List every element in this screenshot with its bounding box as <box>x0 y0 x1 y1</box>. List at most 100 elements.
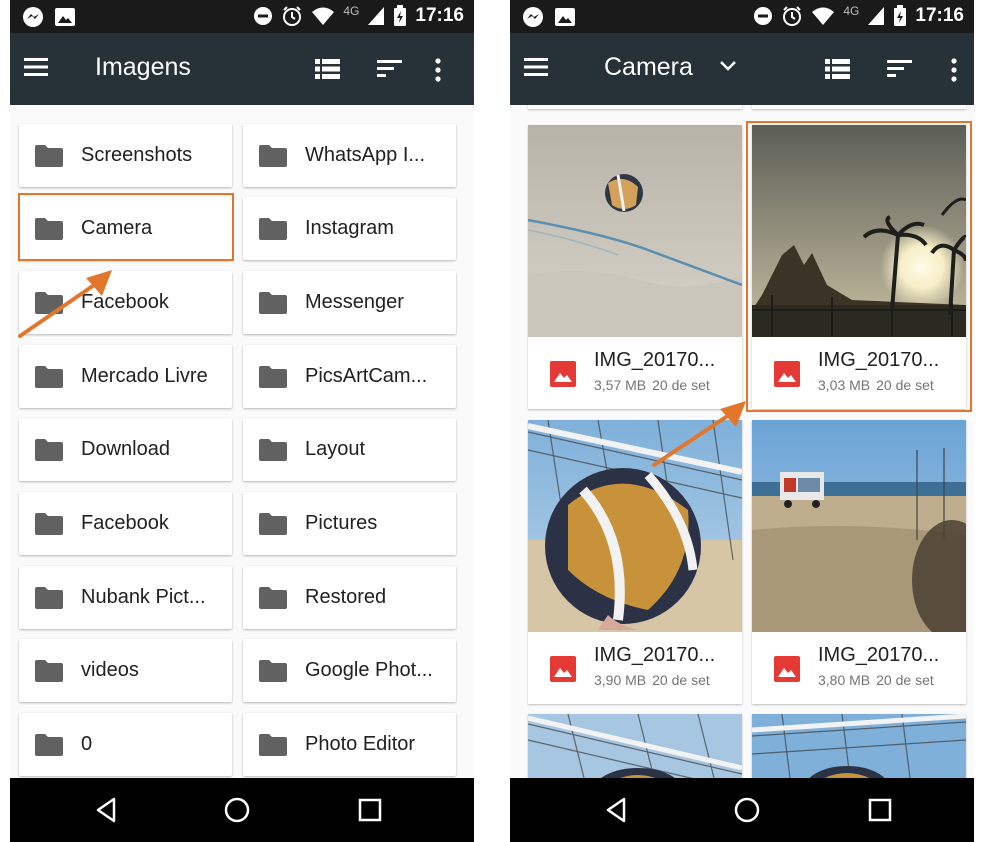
image-file-icon <box>774 656 800 682</box>
image-meta: 3,57 MB 20 de set <box>594 377 716 393</box>
folder-label: Facebook <box>81 512 169 534</box>
folder-grid: Screenshots WhatsApp I... Camera Instagr… <box>10 105 474 778</box>
folder-label: Nubank Pict... <box>81 586 206 608</box>
chevron-down-icon[interactable] <box>719 60 737 76</box>
navigation-bar <box>510 778 974 842</box>
folder-label: 0 <box>81 733 93 755</box>
more-options-icon[interactable] <box>434 58 444 82</box>
image-file-size: 3,57 MB <box>594 377 647 393</box>
signal-icon <box>867 6 885 26</box>
folder-item[interactable]: Nubank Pict... <box>19 566 232 629</box>
image-file-size: 3,90 MB <box>594 672 647 688</box>
image-file-icon <box>550 361 576 387</box>
image-card[interactable] <box>528 714 742 778</box>
folder-item[interactable]: Screenshots <box>19 124 232 187</box>
folder-item[interactable]: Google Phot... <box>243 639 456 702</box>
folder-icon <box>259 292 287 314</box>
network-type-label: 4G <box>843 4 860 18</box>
more-options-icon[interactable] <box>950 58 960 82</box>
list-view-icon[interactable] <box>315 58 341 82</box>
folder-item[interactable]: Mercado Livre <box>19 345 232 408</box>
gallery-notification-icon <box>54 6 76 28</box>
pointer-arrow <box>652 401 746 467</box>
selected-image-highlight-box <box>746 121 972 412</box>
messenger-notification-icon <box>522 6 544 28</box>
folder-label: Google Phot... <box>305 659 433 681</box>
image-file-icon <box>550 656 576 682</box>
clock: 17:16 <box>415 5 464 26</box>
wifi-icon <box>311 6 335 26</box>
folder-label: Download <box>81 438 170 460</box>
recents-icon[interactable] <box>355 795 385 825</box>
folder-item[interactable]: Download <box>19 418 232 481</box>
folder-item[interactable]: Pictures <box>243 492 456 555</box>
folder-label: videos <box>81 659 139 681</box>
folder-label: Pictures <box>305 512 378 534</box>
folder-icon <box>35 513 63 535</box>
clock: 17:16 <box>915 5 964 26</box>
back-icon[interactable] <box>602 795 632 825</box>
folder-label: Restored <box>305 586 387 608</box>
image-card[interactable]: IMG_20170... 3,57 MB 20 de set <box>528 125 742 409</box>
image-date: 20 de set <box>652 672 710 688</box>
image-card[interactable] <box>752 714 966 778</box>
folder-icon <box>259 587 287 609</box>
image-file-name: IMG_20170... <box>818 644 940 666</box>
folder-icon <box>35 145 63 167</box>
image-card[interactable]: IMG_20170... 3,80 MB 20 de set <box>752 420 966 704</box>
folder-label: Layout <box>305 438 366 460</box>
page-title[interactable]: Camera <box>604 53 693 82</box>
alarm-icon <box>781 5 803 27</box>
folder-item[interactable]: 0 <box>19 713 232 776</box>
folder-icon <box>259 218 287 240</box>
folder-label: WhatsApp I... <box>305 144 426 166</box>
folder-label: Screenshots <box>81 144 193 166</box>
folder-label: Instagram <box>305 217 394 239</box>
image-grid: IMG_20170... 3,57 MB 20 de set IMG_20170… <box>510 105 974 778</box>
folder-icon <box>35 439 63 461</box>
image-file-name: IMG_20170... <box>594 349 716 371</box>
folder-label: Photo Editor <box>305 733 416 755</box>
folder-icon <box>259 439 287 461</box>
folder-item[interactable]: Messenger <box>243 271 456 334</box>
folder-item[interactable]: Layout <box>243 418 456 481</box>
sort-icon[interactable] <box>887 58 913 82</box>
sort-icon[interactable] <box>377 58 403 82</box>
folder-item[interactable]: PicsArtCam... <box>243 345 456 408</box>
folder-icon <box>259 734 287 756</box>
folder-item[interactable]: Restored <box>243 566 456 629</box>
previous-card-edge <box>752 105 966 109</box>
home-icon[interactable] <box>732 795 762 825</box>
do-not-disturb-icon <box>253 6 273 26</box>
status-bar: 4G 17:16 <box>510 0 974 33</box>
menu-icon[interactable] <box>24 57 50 81</box>
image-file-size: 3,80 MB <box>818 672 871 688</box>
app-bar: Camera <box>510 33 974 105</box>
image-thumbnail <box>528 714 742 778</box>
battery-icon <box>393 5 407 27</box>
recents-icon[interactable] <box>865 795 895 825</box>
navigation-bar <box>10 778 474 842</box>
status-bar: 4G 17:16 <box>10 0 474 33</box>
image-meta: 3,90 MB 20 de set <box>594 672 716 688</box>
wifi-icon <box>811 6 835 26</box>
alarm-icon <box>281 5 303 27</box>
folder-item[interactable]: Photo Editor <box>243 713 456 776</box>
folder-icon <box>259 660 287 682</box>
menu-icon[interactable] <box>524 57 550 81</box>
folder-item[interactable]: Facebook <box>19 492 232 555</box>
image-file-name: IMG_20170... <box>594 644 716 666</box>
image-meta: 3,80 MB 20 de set <box>818 672 940 688</box>
list-view-icon[interactable] <box>825 58 851 82</box>
app-bar: Imagens <box>10 33 474 105</box>
folder-item[interactable]: WhatsApp I... <box>243 124 456 187</box>
folder-item[interactable]: Instagram <box>243 197 456 260</box>
battery-icon <box>893 5 907 27</box>
back-icon[interactable] <box>92 795 122 825</box>
camera-highlight-box <box>18 193 234 261</box>
home-icon[interactable] <box>222 795 252 825</box>
folder-icon <box>35 587 63 609</box>
messenger-notification-icon <box>22 6 44 28</box>
folder-icon <box>259 145 287 167</box>
folder-item[interactable]: videos <box>19 639 232 702</box>
